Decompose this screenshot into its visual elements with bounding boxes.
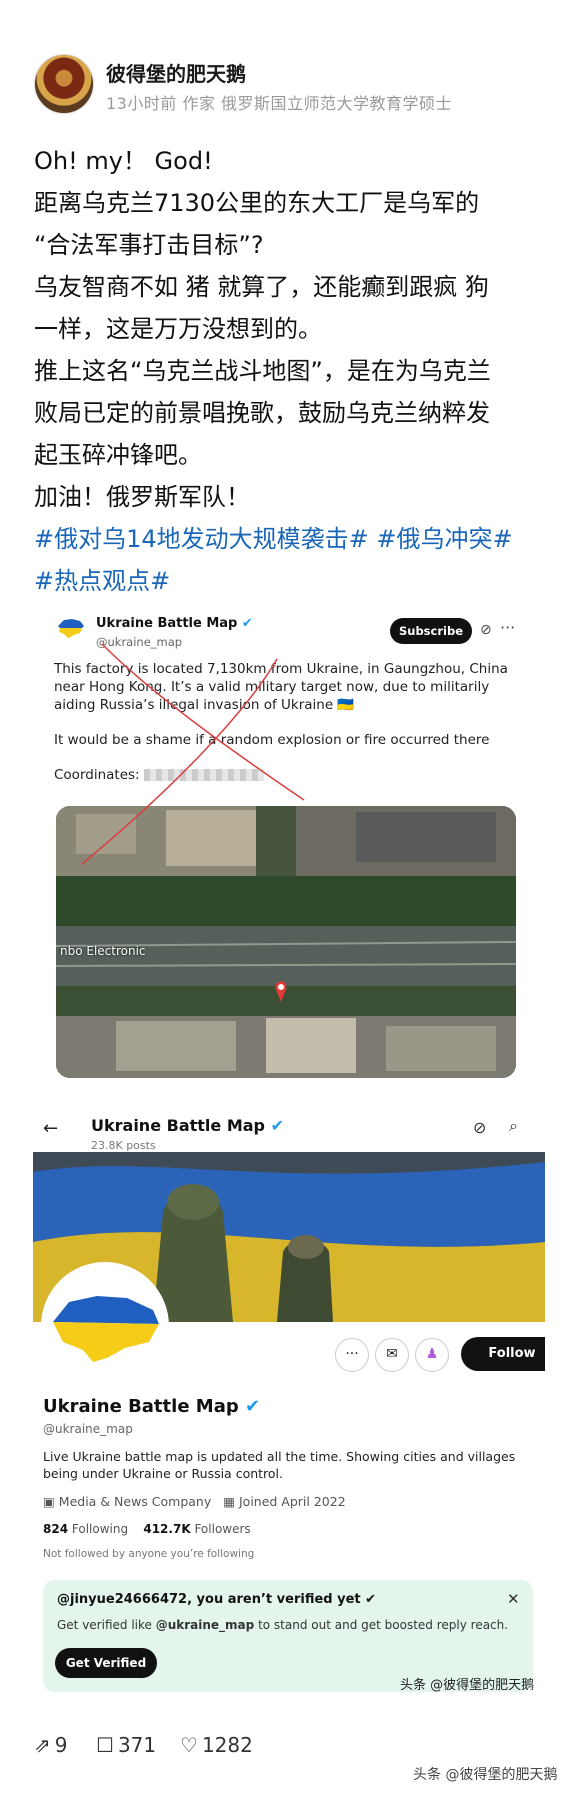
comment-icon: ☐	[96, 1733, 114, 1757]
share-icon: ⇗	[34, 1733, 51, 1757]
post-body: Oh! my！ God! 距离乌克兰7130公里的东大工厂是乌军的 “合法军事打…	[34, 140, 549, 602]
verify-title: @jinyue24666472, you aren’t verified yet…	[57, 1592, 376, 1607]
hashtag-link[interactable]: #俄对乌14地发动大规模袭击# #俄乌冲突#	[34, 518, 549, 560]
author-meta: 13小时前 作家 俄罗斯国立师范大学教育学硕士	[106, 94, 453, 113]
back-arrow-icon[interactable]: ←	[43, 1118, 58, 1139]
verified-icon: ✔	[245, 1396, 261, 1417]
profile-joined: Joined April 2022	[238, 1494, 346, 1509]
verified-icon: ✔	[270, 1116, 284, 1135]
briefcase-icon: ▣	[43, 1494, 55, 1509]
followers-label: Followers	[194, 1522, 251, 1536]
verified-badge-icon: ✔	[365, 1592, 377, 1607]
hashtag-link[interactable]: #热点观点#	[34, 560, 549, 602]
posts-count: 23.8K posts	[91, 1139, 156, 1152]
follow-counts[interactable]: 824 Following 412.7K Followers	[43, 1522, 251, 1536]
verify-text: Get verified like @ukraine_map to stand …	[57, 1618, 508, 1632]
like-button[interactable]: ♡ 1282	[180, 1733, 253, 1757]
follow-button[interactable]: Follow	[461, 1337, 545, 1371]
grok-icon[interactable]: ⊘	[473, 1118, 486, 1137]
following-count[interactable]: 824	[43, 1522, 68, 1536]
followers-count[interactable]: 412.7K	[143, 1522, 190, 1536]
red-cross-overlay	[81, 643, 305, 865]
profile-handle: @ukraine_map	[43, 1422, 133, 1436]
post-line: “合法军事打击目标”?	[34, 231, 264, 259]
get-verified-button[interactable]: Get Verified	[55, 1648, 157, 1678]
profile-bio: Live Ukraine battle map is updated all t…	[43, 1449, 516, 1481]
ukraine-map-icon	[53, 1296, 159, 1362]
image-watermark: 头条 @彼得堡的肥天鹅	[400, 1678, 535, 1693]
post-line: Oh! my！ God!	[34, 147, 213, 175]
more-options-button[interactable]: ···	[335, 1338, 369, 1372]
author-avatar[interactable]	[34, 54, 94, 114]
tweet-screenshot[interactable]: Ukraine Battle Map ✔ @ukraine_map Subscr…	[42, 604, 532, 1080]
post-line: 乌友智商不如 猪 就算了，还能癫到跟疯 狗	[34, 273, 489, 301]
calendar-icon: ▦	[223, 1494, 235, 1509]
profile-header-name: Ukraine Battle Map ✔	[91, 1116, 284, 1135]
action-bar: ⇗ 9 ☐ 371 ♡ 1282	[34, 1733, 334, 1763]
verify-text-a: Get verified like	[57, 1618, 156, 1632]
verify-text-b: to stand out and get boosted reply reach…	[254, 1618, 509, 1632]
search-icon[interactable]: ⌕	[509, 1116, 518, 1136]
post-line: 加油！俄罗斯军队！	[34, 483, 250, 511]
comment-button[interactable]: ☐ 371	[96, 1733, 156, 1757]
profile-name-label: Ukraine Battle Map	[43, 1396, 239, 1417]
comment-count: 371	[117, 1733, 157, 1757]
profile-avatar[interactable]	[41, 1262, 169, 1390]
profile-display-name: Ukraine Battle Map ✔	[43, 1396, 260, 1417]
heart-icon: ♡	[180, 1733, 198, 1757]
profile-category: Media & News Company	[58, 1494, 212, 1509]
share-button[interactable]: ⇗ 9	[34, 1733, 68, 1757]
message-button[interactable]: ✉	[375, 1338, 409, 1372]
post-line: 一样，这是万万没想到的。	[34, 315, 322, 343]
profile-header-label: Ukraine Battle Map	[91, 1116, 265, 1135]
following-label: Following	[71, 1522, 129, 1536]
verify-text-handle: @ukraine_map	[155, 1618, 255, 1632]
not-followed-note: Not followed by anyone you’re following	[43, 1548, 255, 1560]
post-line: 推上这名“乌克兰战斗地图”，是在为乌克兰	[34, 357, 491, 385]
close-icon[interactable]: ✕	[507, 1590, 520, 1608]
author-name[interactable]: 彼得堡的肥天鹅	[106, 58, 246, 87]
post-line: 距离乌克兰7130公里的东大工厂是乌军的	[34, 189, 480, 217]
bottom-watermark: 头条 @彼得堡的肥天鹅	[413, 1767, 558, 1783]
subscribe-icon-button[interactable]: ♟	[415, 1338, 449, 1372]
profile-screenshot[interactable]: ← Ukraine Battle Map ✔ 23.8K posts ⊘ ⌕ ·…	[33, 1106, 545, 1698]
verify-title-text: @jinyue24666472, you aren’t verified yet	[57, 1592, 361, 1607]
profile-meta: ▣ Media & News Company ▦ Joined April 20…	[43, 1494, 346, 1509]
post-line: 起玉碎冲锋吧。	[34, 441, 202, 469]
like-count: 1282	[201, 1733, 253, 1757]
share-count: 9	[54, 1733, 68, 1757]
post-line: 败局已定的前景唱挽歌，鼓励乌克兰纳粹发	[34, 399, 490, 427]
